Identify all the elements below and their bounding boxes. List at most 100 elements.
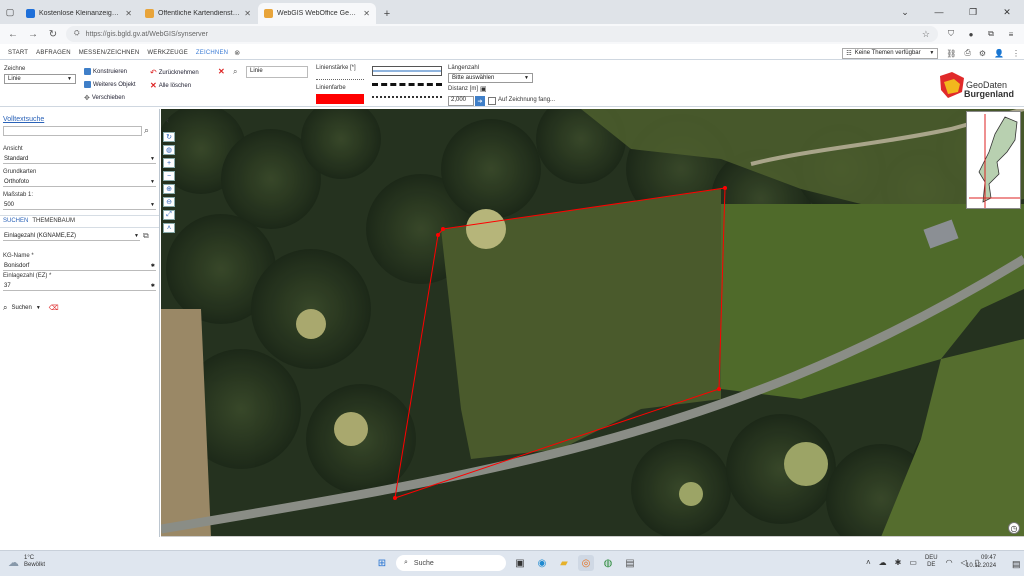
bluetooth-icon[interactable]: ✱ (895, 558, 902, 567)
konstruieren-button[interactable]: Konstruieren (84, 68, 127, 75)
notification-icon[interactable]: ▤ (1012, 559, 1021, 570)
zoom-out-icon[interactable]: − (163, 171, 175, 181)
clear-icon[interactable]: ✱ (151, 283, 155, 289)
overview-map[interactable] (966, 111, 1021, 209)
menu-werkzeuge[interactable]: WERKZEUGE (143, 50, 191, 56)
forward-icon[interactable]: → (26, 29, 40, 40)
suchen-button[interactable]: ⌕ Suchen ▼ ⌫ (3, 303, 59, 313)
delete-button[interactable]: ✕ (218, 67, 225, 76)
alle-loeschen-button[interactable]: ✕ Alle löschen (150, 81, 191, 90)
browser-tab-2[interactable]: Öffentliche Kartendienste - Ge ✕ (139, 3, 257, 24)
line-style-dotted[interactable] (372, 96, 442, 98)
menu-icon[interactable]: ≡ (1004, 30, 1018, 39)
link-icon[interactable]: ⛓ (946, 49, 956, 58)
collapse-up-icon[interactable]: ˄ (163, 223, 175, 233)
browser-tab-3[interactable]: WebGIS WebOffice GeoDATEN ✕ (258, 3, 376, 24)
edge-icon[interactable]: ◉ (534, 555, 550, 571)
firefox-icon[interactable]: ◎ (578, 555, 594, 571)
volltextsuche-link[interactable]: Volltextsuche (3, 116, 44, 123)
print-icon[interactable]: ⎙ (964, 48, 970, 58)
weather-widget[interactable]: ☁ 1°C Bewölkt (8, 555, 45, 569)
taskbar-clock[interactable]: 09:47 10.12.2024 (966, 554, 996, 570)
tab-close-icon[interactable]: ✕ (244, 9, 251, 18)
menu-zeichnen[interactable]: ZEICHNEN (192, 50, 232, 56)
eraser-icon[interactable]: ⌫ (49, 304, 59, 312)
chevron-up-icon[interactable]: ˄ (866, 558, 871, 567)
menu-abfragen[interactable]: ABFRAGEN (32, 50, 75, 56)
browser-tab-1[interactable]: Kostenlose Kleinanzeigen, Imm ✕ (20, 3, 138, 24)
zoom-previous-icon[interactable]: ⊖ (163, 197, 175, 207)
menu-messen-zeichnen[interactable]: MESSEN/ZEICHNEN (75, 50, 144, 56)
save-icon[interactable]: ▣ (480, 85, 487, 93)
clock-icon[interactable]: ◷ (1008, 522, 1020, 534)
grundkarten-select[interactable]: Orthofoto ▼ (3, 177, 156, 187)
zuruecknehmen-button[interactable]: ↶ Zurücknehmen (150, 68, 199, 77)
url-field[interactable]: ⛭ https://gis.bgld.gv.at/WebGIS/synserve… (66, 26, 938, 42)
task-view-icon[interactable]: ▣ (512, 555, 528, 571)
close-icon[interactable]: ✕ (990, 0, 1024, 24)
tab-themenbaum[interactable]: THEMENBAUM (32, 218, 75, 224)
linienstaerke-slider[interactable] (316, 74, 364, 80)
einlagezahl-field[interactable]: 37 ✱ (3, 281, 156, 291)
wifi-icon[interactable]: ◠ (946, 558, 953, 567)
apply-arrow-icon[interactable]: ➔ (475, 96, 485, 106)
laengenzahl-select[interactable]: Bitte auswählen ▼ (448, 73, 533, 83)
ansicht-select[interactable]: Standard ▼ (3, 154, 156, 164)
more-icon[interactable]: ⋮ (1012, 49, 1020, 58)
chevron-down-icon[interactable]: ▼ (36, 305, 41, 311)
zoom-in-icon[interactable]: + (163, 158, 175, 168)
refresh-icon[interactable]: ↻ (163, 132, 175, 142)
map-view[interactable] (161, 109, 1024, 537)
cloud-sync-icon[interactable]: ☁ (879, 558, 887, 567)
zoom-box-icon[interactable]: ⊕ (163, 184, 175, 194)
auf-zeichnung-checkbox[interactable] (488, 97, 496, 105)
display-icon[interactable]: ▭ (909, 558, 917, 567)
tab-close-icon[interactable]: ✕ (125, 9, 132, 18)
search-style-button[interactable]: ⌕ (233, 67, 237, 77)
line-color-swatch[interactable] (316, 94, 364, 104)
site-info-icon[interactable]: ⛭ (74, 30, 80, 38)
search-type-select[interactable]: Einlagezahl (KGNAME,EZ) ▼ (3, 231, 140, 241)
extensions-icon[interactable]: ⧉ (984, 29, 998, 39)
globe-icon[interactable]: ◍ (163, 145, 175, 155)
kg-name-field[interactable]: Bonisdorf ✱ (3, 261, 156, 271)
settings-icon[interactable]: ⚙ (979, 49, 986, 58)
line-style-solid[interactable] (372, 66, 442, 76)
verschieben-button[interactable]: ✥ Verschieben (84, 94, 125, 102)
taskbar-search[interactable]: ⌕ Suche (396, 555, 506, 571)
clear-icon[interactable]: ✱ (151, 263, 155, 269)
back-icon[interactable]: ← (6, 29, 20, 40)
windows-start-icon[interactable]: ⊞ (374, 555, 390, 571)
tab-actions-icon[interactable]: ▢ (0, 0, 20, 24)
menu-start[interactable]: START (4, 50, 32, 56)
close-icon[interactable]: ⊗ (234, 49, 240, 57)
reload-icon[interactable]: ↻ (46, 29, 60, 40)
store-icon[interactable]: ▤ (622, 555, 638, 571)
new-tab-button[interactable]: + (377, 3, 397, 24)
line-style-dashed[interactable] (372, 83, 442, 86)
user-icon[interactable]: 👤 (994, 49, 1004, 58)
zeichne-select[interactable]: Linie ▼ (4, 74, 76, 84)
language-indicator[interactable]: DEU DE (925, 555, 938, 569)
shield-icon[interactable]: ⛉ (944, 29, 958, 39)
zoom-extent-icon[interactable]: ⤢ (163, 210, 175, 220)
chevron-down-icon[interactable]: ⌄ (888, 0, 922, 24)
distanz-input[interactable]: 2,000 (448, 96, 474, 106)
style-input[interactable]: Linie (246, 66, 308, 78)
account-icon[interactable]: ● (964, 30, 978, 39)
volltext-search-input[interactable] (3, 126, 142, 136)
minimize-icon[interactable]: — (922, 0, 956, 24)
massstab-select[interactable]: 500 ▼ (3, 200, 156, 210)
search-options-icon[interactable]: ⧉ (143, 231, 149, 241)
chrome-icon[interactable]: ◍ (600, 555, 616, 571)
tab-close-icon[interactable]: ✕ (363, 9, 370, 18)
restore-icon[interactable]: ❐ (956, 0, 990, 24)
search-icon[interactable]: ⌕ (144, 125, 149, 136)
dataset-select[interactable]: ☷ Keine Themen verfügbar ▼ (842, 47, 939, 59)
collapse-panel-icon[interactable]: ‹ (166, 115, 169, 125)
file-explorer-icon[interactable]: ▰ (556, 555, 572, 571)
bookmark-star-icon[interactable]: ☆ (922, 29, 930, 40)
tab-suchen[interactable]: SUCHEN (3, 218, 28, 224)
weiteres-objekt-button[interactable]: Weiteres Objekt (84, 81, 136, 88)
orthophoto-map[interactable] (161, 109, 1024, 537)
